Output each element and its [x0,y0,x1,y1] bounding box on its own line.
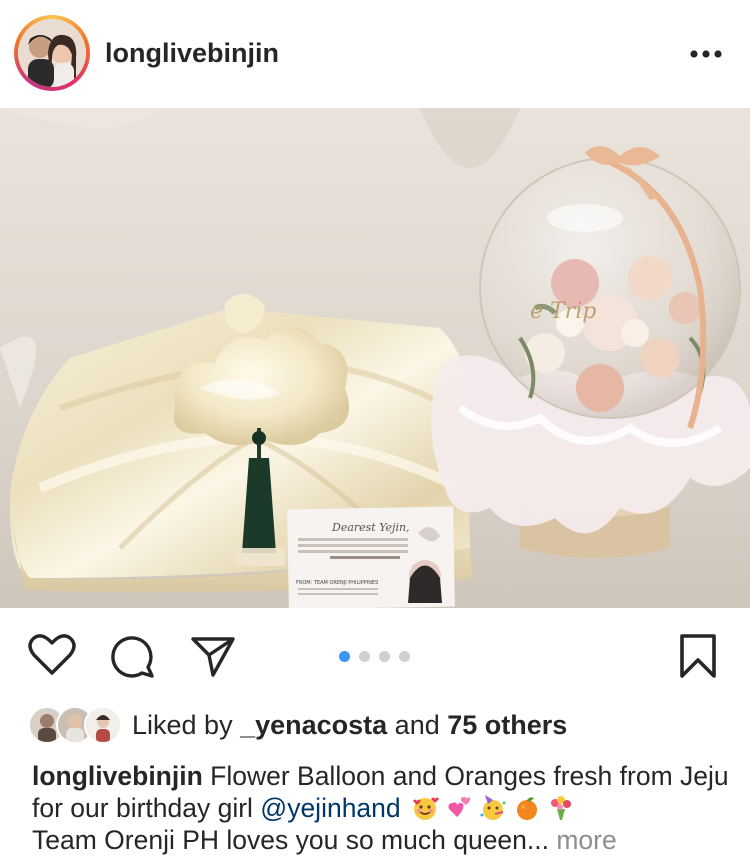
smiling-face-with-hearts-icon [413,797,440,820]
heart-icon[interactable] [28,633,76,682]
post-image[interactable]: Dearest Yejin, FROM: TEAM ORENJI PHILIPP… [0,108,750,608]
profile-photo [18,19,86,87]
tangerine-icon [517,797,538,820]
likes-middle: and [387,710,448,740]
partying-face-icon [480,795,506,820]
comment-icon[interactable] [110,633,156,684]
post-username[interactable]: longlivebinjin [105,38,279,69]
send-icon[interactable] [190,633,236,684]
carousel-dot [339,651,350,662]
carousel-dot [379,651,390,662]
likes-others[interactable]: 75 others [447,710,567,740]
post-caption: longlivebinjin Flower Balloon and Orange… [32,760,732,856]
bookmark-icon[interactable] [678,633,718,684]
caption-more-link[interactable]: more [549,825,616,855]
svg-text:e Trip: e Trip [530,299,596,324]
card-from: FROM: TEAM ORENJI PHILIPPINES [296,580,378,586]
likes-summary[interactable]: Liked by _yenacosta and 75 others [132,710,567,741]
card-title: Dearest Yejin, [331,521,410,534]
more-horizontal-icon[interactable] [688,44,724,64]
caption-text-2: Team Orenji PH loves you so much queen..… [32,825,549,855]
caption-mention[interactable]: @yejinhand [260,793,400,823]
bouquet-icon [551,796,572,820]
two-hearts-icon [448,796,471,817]
caption-username[interactable]: longlivebinjin [32,761,203,791]
liker-avatar[interactable] [84,706,122,744]
likes-row: Liked by _yenacosta and 75 others [28,704,728,744]
profile-avatar-ring[interactable] [14,15,90,91]
post-header: longlivebinjin [0,0,750,108]
likes-prefix: Liked by [132,710,241,740]
carousel-dot [359,651,370,662]
gift-photo: Dearest Yejin, FROM: TEAM ORENJI PHILIPP… [0,108,750,608]
liker-username[interactable]: _yenacosta [240,710,387,740]
profile-avatar[interactable] [18,19,86,87]
carousel-dot [399,651,410,662]
